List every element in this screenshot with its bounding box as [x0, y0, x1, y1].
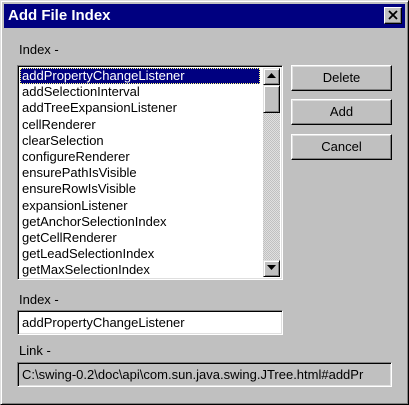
window-title: Add File Index [8, 7, 111, 24]
list-item[interactable]: getMaxSelectionIndex [20, 262, 260, 278]
close-button[interactable] [384, 7, 402, 24]
scroll-up-button[interactable] [263, 68, 280, 85]
arrow-up-icon [267, 73, 276, 78]
list-item[interactable]: cellRenderer [20, 117, 260, 133]
list-item[interactable]: clearSelection [20, 133, 260, 149]
index-input[interactable]: addPropertyChangeListener [17, 310, 283, 335]
list-item[interactable]: expansionListener [20, 198, 260, 214]
list-item[interactable]: getLeadSelectionIndex [20, 246, 260, 262]
delete-button[interactable]: Delete [291, 65, 392, 91]
list-item[interactable]: configureRenderer [20, 149, 260, 165]
list-item[interactable]: ensureRowIsVisible [20, 181, 260, 197]
list-item[interactable]: getAnchorSelectionIndex [20, 214, 260, 230]
index-list-label: Index - [19, 42, 59, 57]
list-scrollbar[interactable] [263, 68, 280, 277]
scroll-down-button[interactable] [263, 260, 280, 277]
cancel-button[interactable]: Cancel [291, 134, 392, 160]
link-label: Link - [19, 343, 51, 358]
index-listbox[interactable]: addPropertyChangeListener addSelectionInt… [17, 65, 283, 280]
list-item[interactable]: getCellRenderer [20, 230, 260, 246]
add-button[interactable]: Add [291, 99, 392, 125]
list-item[interactable]: addTreeExpansionListener [20, 100, 260, 116]
scroll-thumb[interactable] [263, 85, 280, 113]
link-field: C:\swing-0.2\doc\api\com.sun.java.swing.… [17, 362, 392, 387]
index-list-items: addPropertyChangeListener addSelectionInt… [20, 68, 260, 278]
title-bar[interactable]: Add File Index [4, 4, 405, 28]
list-item[interactable]: ensurePathIsVisible [20, 165, 260, 181]
close-icon [388, 10, 398, 20]
add-file-index-dialog: Add File Index Index - addPropertyChange… [0, 0, 409, 405]
index-field-label: Index - [19, 292, 59, 307]
list-item[interactable]: addPropertyChangeListener [20, 68, 260, 85]
arrow-down-icon [267, 265, 276, 270]
list-item[interactable]: addSelectionInterval [20, 84, 260, 100]
